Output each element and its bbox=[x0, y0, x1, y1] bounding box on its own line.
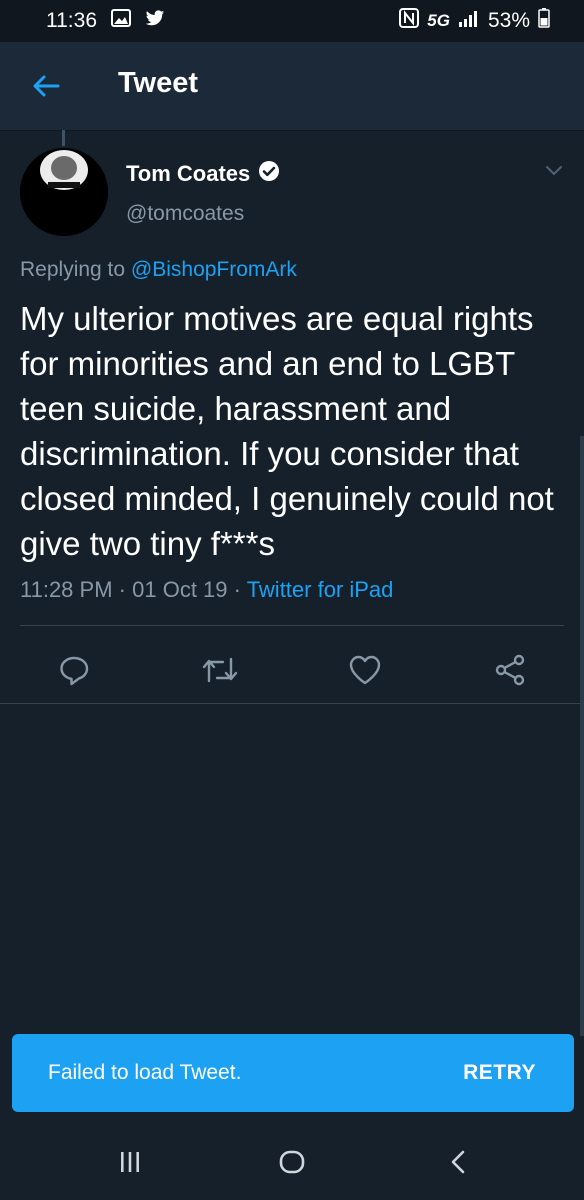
gallery-icon bbox=[111, 9, 131, 33]
app-bar: Tweet bbox=[0, 42, 584, 131]
battery-icon bbox=[538, 8, 550, 34]
retry-button[interactable]: RETRY bbox=[463, 1061, 536, 1085]
twitter-bird-icon bbox=[145, 9, 165, 33]
back-button[interactable] bbox=[26, 66, 66, 106]
replying-to: Replying to @BishopFromArk bbox=[20, 258, 297, 282]
recent-apps-icon bbox=[121, 1152, 139, 1172]
error-snackbar: Failed to load Tweet. RETRY bbox=[12, 1034, 574, 1112]
battery-percent: 53% bbox=[487, 9, 530, 32]
reply-button[interactable] bbox=[54, 650, 94, 690]
thread-connector-line bbox=[62, 130, 65, 146]
snackbar-message: Failed to load Tweet. bbox=[48, 1061, 242, 1084]
tweet-text: My ulterior motives are equal rights for… bbox=[20, 300, 554, 562]
tweet-options-button[interactable] bbox=[544, 163, 564, 182]
home-icon bbox=[279, 1150, 305, 1174]
tweet-source-link[interactable]: Twitter for iPad bbox=[247, 577, 394, 602]
author-name[interactable]: Tom Coates bbox=[126, 161, 250, 187]
page-title: Tweet bbox=[118, 67, 199, 99]
replying-mention-link[interactable]: @BishopFromArk bbox=[131, 258, 297, 281]
tweet-meta: 11:28 PM · 01 Oct 19 · Twitter for iPad bbox=[20, 577, 393, 603]
author-name-row[interactable]: Tom Coates bbox=[126, 160, 280, 187]
retweet-icon bbox=[202, 657, 238, 683]
share-button[interactable] bbox=[490, 650, 530, 690]
home-button[interactable] bbox=[270, 1144, 314, 1180]
author-handle[interactable]: @tomcoates bbox=[126, 202, 244, 226]
retweet-button[interactable] bbox=[200, 650, 240, 690]
like-button[interactable] bbox=[345, 650, 385, 690]
tweet-date: 01 Oct 19 bbox=[132, 577, 228, 602]
network-type: 5G bbox=[427, 11, 450, 30]
tweet-time: 11:28 PM bbox=[20, 577, 113, 602]
status-time: 11:36 bbox=[46, 9, 97, 32]
system-back-button[interactable] bbox=[436, 1144, 480, 1180]
scrollbar[interactable] bbox=[580, 436, 584, 1036]
system-nav-bar bbox=[0, 1124, 584, 1200]
divider bbox=[20, 625, 564, 626]
avatar[interactable] bbox=[20, 148, 108, 236]
recent-apps-button[interactable] bbox=[108, 1144, 152, 1180]
like-icon bbox=[349, 655, 381, 685]
tweet-actions bbox=[0, 640, 584, 696]
signal-icon bbox=[458, 9, 480, 33]
reply-icon bbox=[60, 656, 89, 686]
arrow-left-icon bbox=[33, 75, 60, 97]
status-bar: 11:36 5G 53% bbox=[0, 0, 584, 42]
divider bbox=[0, 703, 584, 704]
meta-separator: · bbox=[233, 577, 247, 602]
meta-separator: · bbox=[118, 577, 133, 602]
nfc-icon bbox=[399, 8, 420, 34]
share-icon bbox=[495, 654, 525, 686]
verified-badge-icon bbox=[258, 160, 280, 187]
chevron-left-icon bbox=[451, 1150, 465, 1174]
replying-prefix: Replying to bbox=[20, 258, 126, 281]
chevron-down-icon bbox=[546, 166, 562, 176]
